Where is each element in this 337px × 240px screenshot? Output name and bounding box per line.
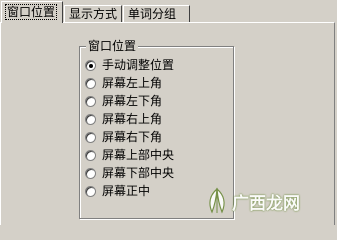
radio-button[interactable]: [85, 59, 96, 71]
tab-display-mode[interactable]: 显示方式: [64, 5, 122, 22]
radio-top-right[interactable]: 屏幕右上角: [85, 110, 174, 128]
radio-label: 屏幕下部中央: [102, 166, 175, 180]
tab-word-grouping[interactable]: 单词分组: [123, 5, 190, 22]
tab-label: 显示方式: [69, 7, 118, 21]
radio-label: 屏幕右上角: [102, 112, 163, 126]
radio-top-left[interactable]: 屏幕左上角: [85, 74, 174, 92]
radio-button[interactable]: [85, 185, 96, 197]
radio-button[interactable]: [85, 149, 96, 161]
radio-label: 屏幕左上角: [102, 76, 163, 90]
radio-label: 屏幕上部中央: [102, 148, 175, 162]
tab-label: 窗口位置: [4, 4, 58, 20]
radio-top-center[interactable]: 屏幕上部中央: [85, 146, 174, 164]
groupbox-title: 窗口位置: [86, 38, 139, 54]
radio-label: 屏幕正中: [102, 184, 151, 198]
tab-label: 单词分组: [128, 7, 177, 21]
watermark: 广西龙网: [204, 186, 308, 216]
radio-button[interactable]: [85, 113, 96, 125]
radio-button[interactable]: [85, 167, 96, 179]
leaf-logo-icon: [204, 187, 230, 215]
radio-bottom-center[interactable]: 屏幕下部中央: [85, 164, 174, 182]
tab-window-position[interactable]: 窗口位置: [1, 1, 63, 23]
position-radio-list: 手动调整位置 屏幕左上角 屏幕左下角 屏幕右上角 屏幕右下角 屏幕上部中央 屏幕…: [85, 56, 174, 200]
radio-button[interactable]: [85, 77, 96, 89]
tab-strip: 窗口位置 显示方式 单词分组: [0, 0, 337, 23]
radio-screen-center[interactable]: 屏幕正中: [85, 182, 174, 200]
radio-label: 手动调整位置: [102, 58, 175, 72]
radio-bottom-right[interactable]: 屏幕右下角: [85, 128, 174, 146]
radio-label: 屏幕左下角: [102, 94, 163, 108]
watermark-text: 广西龙网: [232, 193, 300, 214]
radio-bottom-left[interactable]: 屏幕左下角: [85, 92, 174, 110]
radio-button[interactable]: [85, 131, 96, 143]
radio-button[interactable]: [85, 95, 96, 107]
radio-label: 屏幕右下角: [102, 130, 163, 144]
radio-manual-position[interactable]: 手动调整位置: [85, 56, 174, 74]
